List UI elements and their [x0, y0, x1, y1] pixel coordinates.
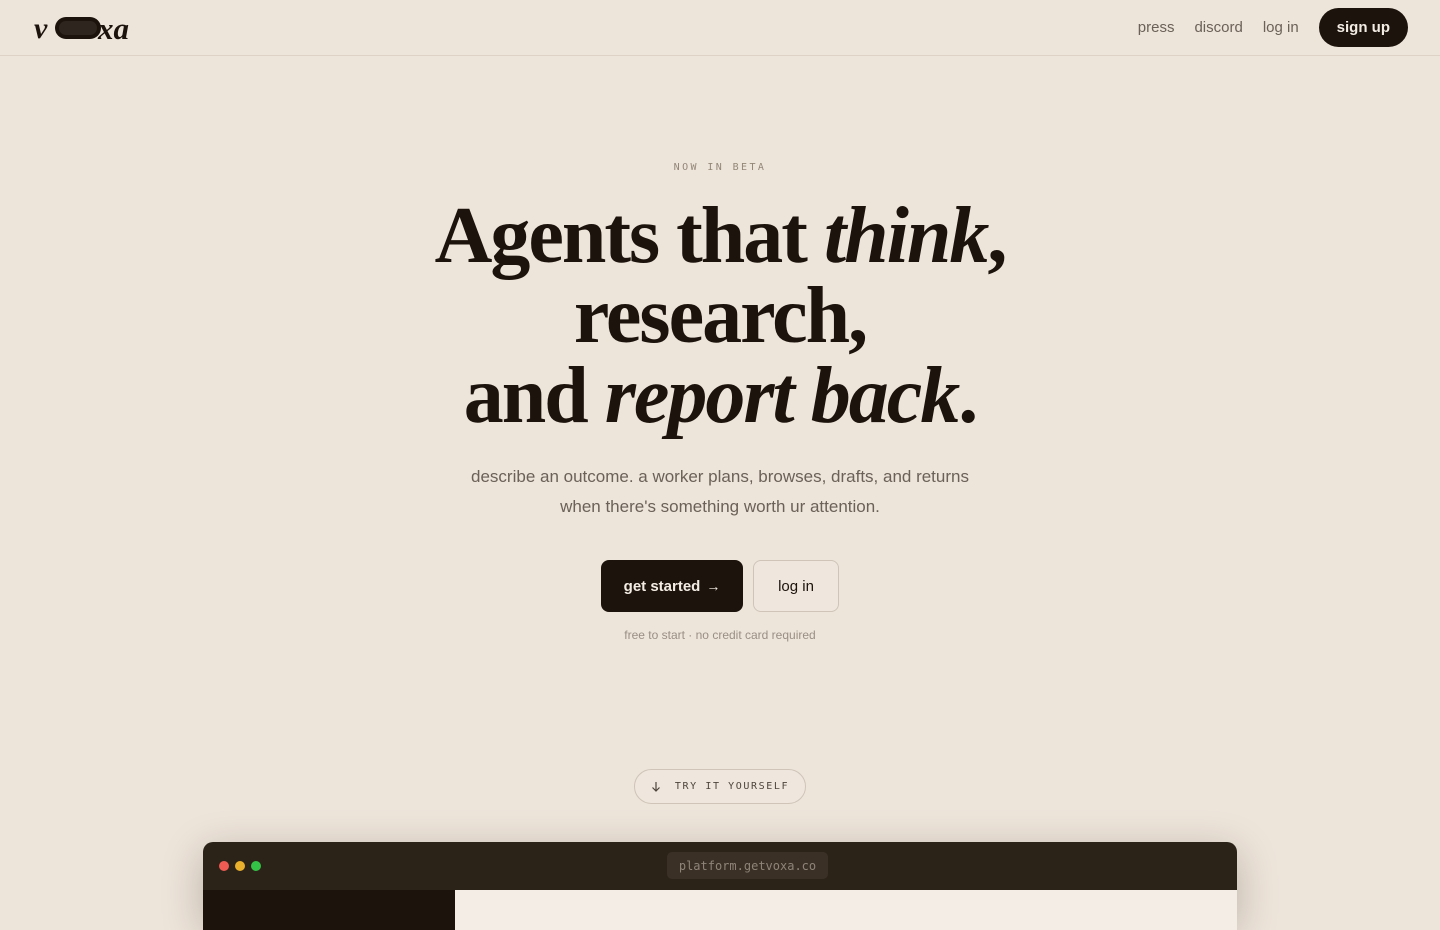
svg-text:v: v [34, 12, 48, 44]
headline-part: . [958, 352, 978, 440]
headline-italic-report-back: report back [604, 352, 961, 440]
signup-button[interactable]: sign up [1318, 8, 1408, 47]
arrow-right-icon: → [706, 578, 721, 594]
get-started-label: get started [623, 577, 701, 595]
headline-italic-think: think [823, 192, 989, 280]
svg-text:xa: xa [97, 12, 129, 44]
preview-main-pane [455, 890, 1237, 930]
top-nav: v xa press discord log in sign up [0, 0, 1440, 56]
subtitle-line-1: describe an outcome. a worker plans, bro… [471, 467, 969, 486]
try-it-yourself-label: TRY IT YOURSELF [674, 781, 790, 792]
preview-url-bar: platform.getvoxa.co [667, 852, 828, 879]
subtitle-line-2: when there's something worth ur attentio… [560, 497, 880, 516]
headline-line-3: and report back. [0, 356, 1440, 436]
hero-subtitle: describe an outcome. a worker plans, bro… [0, 462, 1440, 522]
headline-line-1: Agents that think, [0, 196, 1440, 276]
nav-links: press discord log in sign up [1118, 8, 1408, 47]
nav-link-press[interactable]: press [1138, 19, 1175, 36]
preview-sidebar [203, 890, 455, 930]
nav-link-discord[interactable]: discord [1194, 19, 1242, 36]
headline-part: Agents that [434, 192, 824, 280]
get-started-button[interactable]: get started → [601, 560, 743, 612]
headline-part: , [987, 192, 1007, 280]
hero-cta-group: get started → log in [0, 560, 1440, 612]
fineprint: free to start · no credit card required [624, 628, 816, 642]
hero-headline: Agents that think, research, and report … [0, 196, 1440, 436]
arrow-down-icon [651, 781, 660, 792]
window-close-dot [219, 861, 229, 871]
voxa-logo[interactable]: v xa [34, 12, 142, 44]
beta-eyebrow: NOW IN BETA [673, 162, 767, 173]
window-minimize-dot [235, 861, 245, 871]
nav-link-login[interactable]: log in [1263, 19, 1299, 36]
app-preview-window: platform.getvoxa.co [203, 842, 1237, 930]
headline-part: and [463, 352, 605, 440]
login-button[interactable]: log in [753, 560, 839, 612]
headline-line-2: research, [573, 272, 868, 360]
window-maximize-dot [251, 861, 261, 871]
try-it-yourself-button[interactable]: TRY IT YOURSELF [634, 769, 806, 804]
